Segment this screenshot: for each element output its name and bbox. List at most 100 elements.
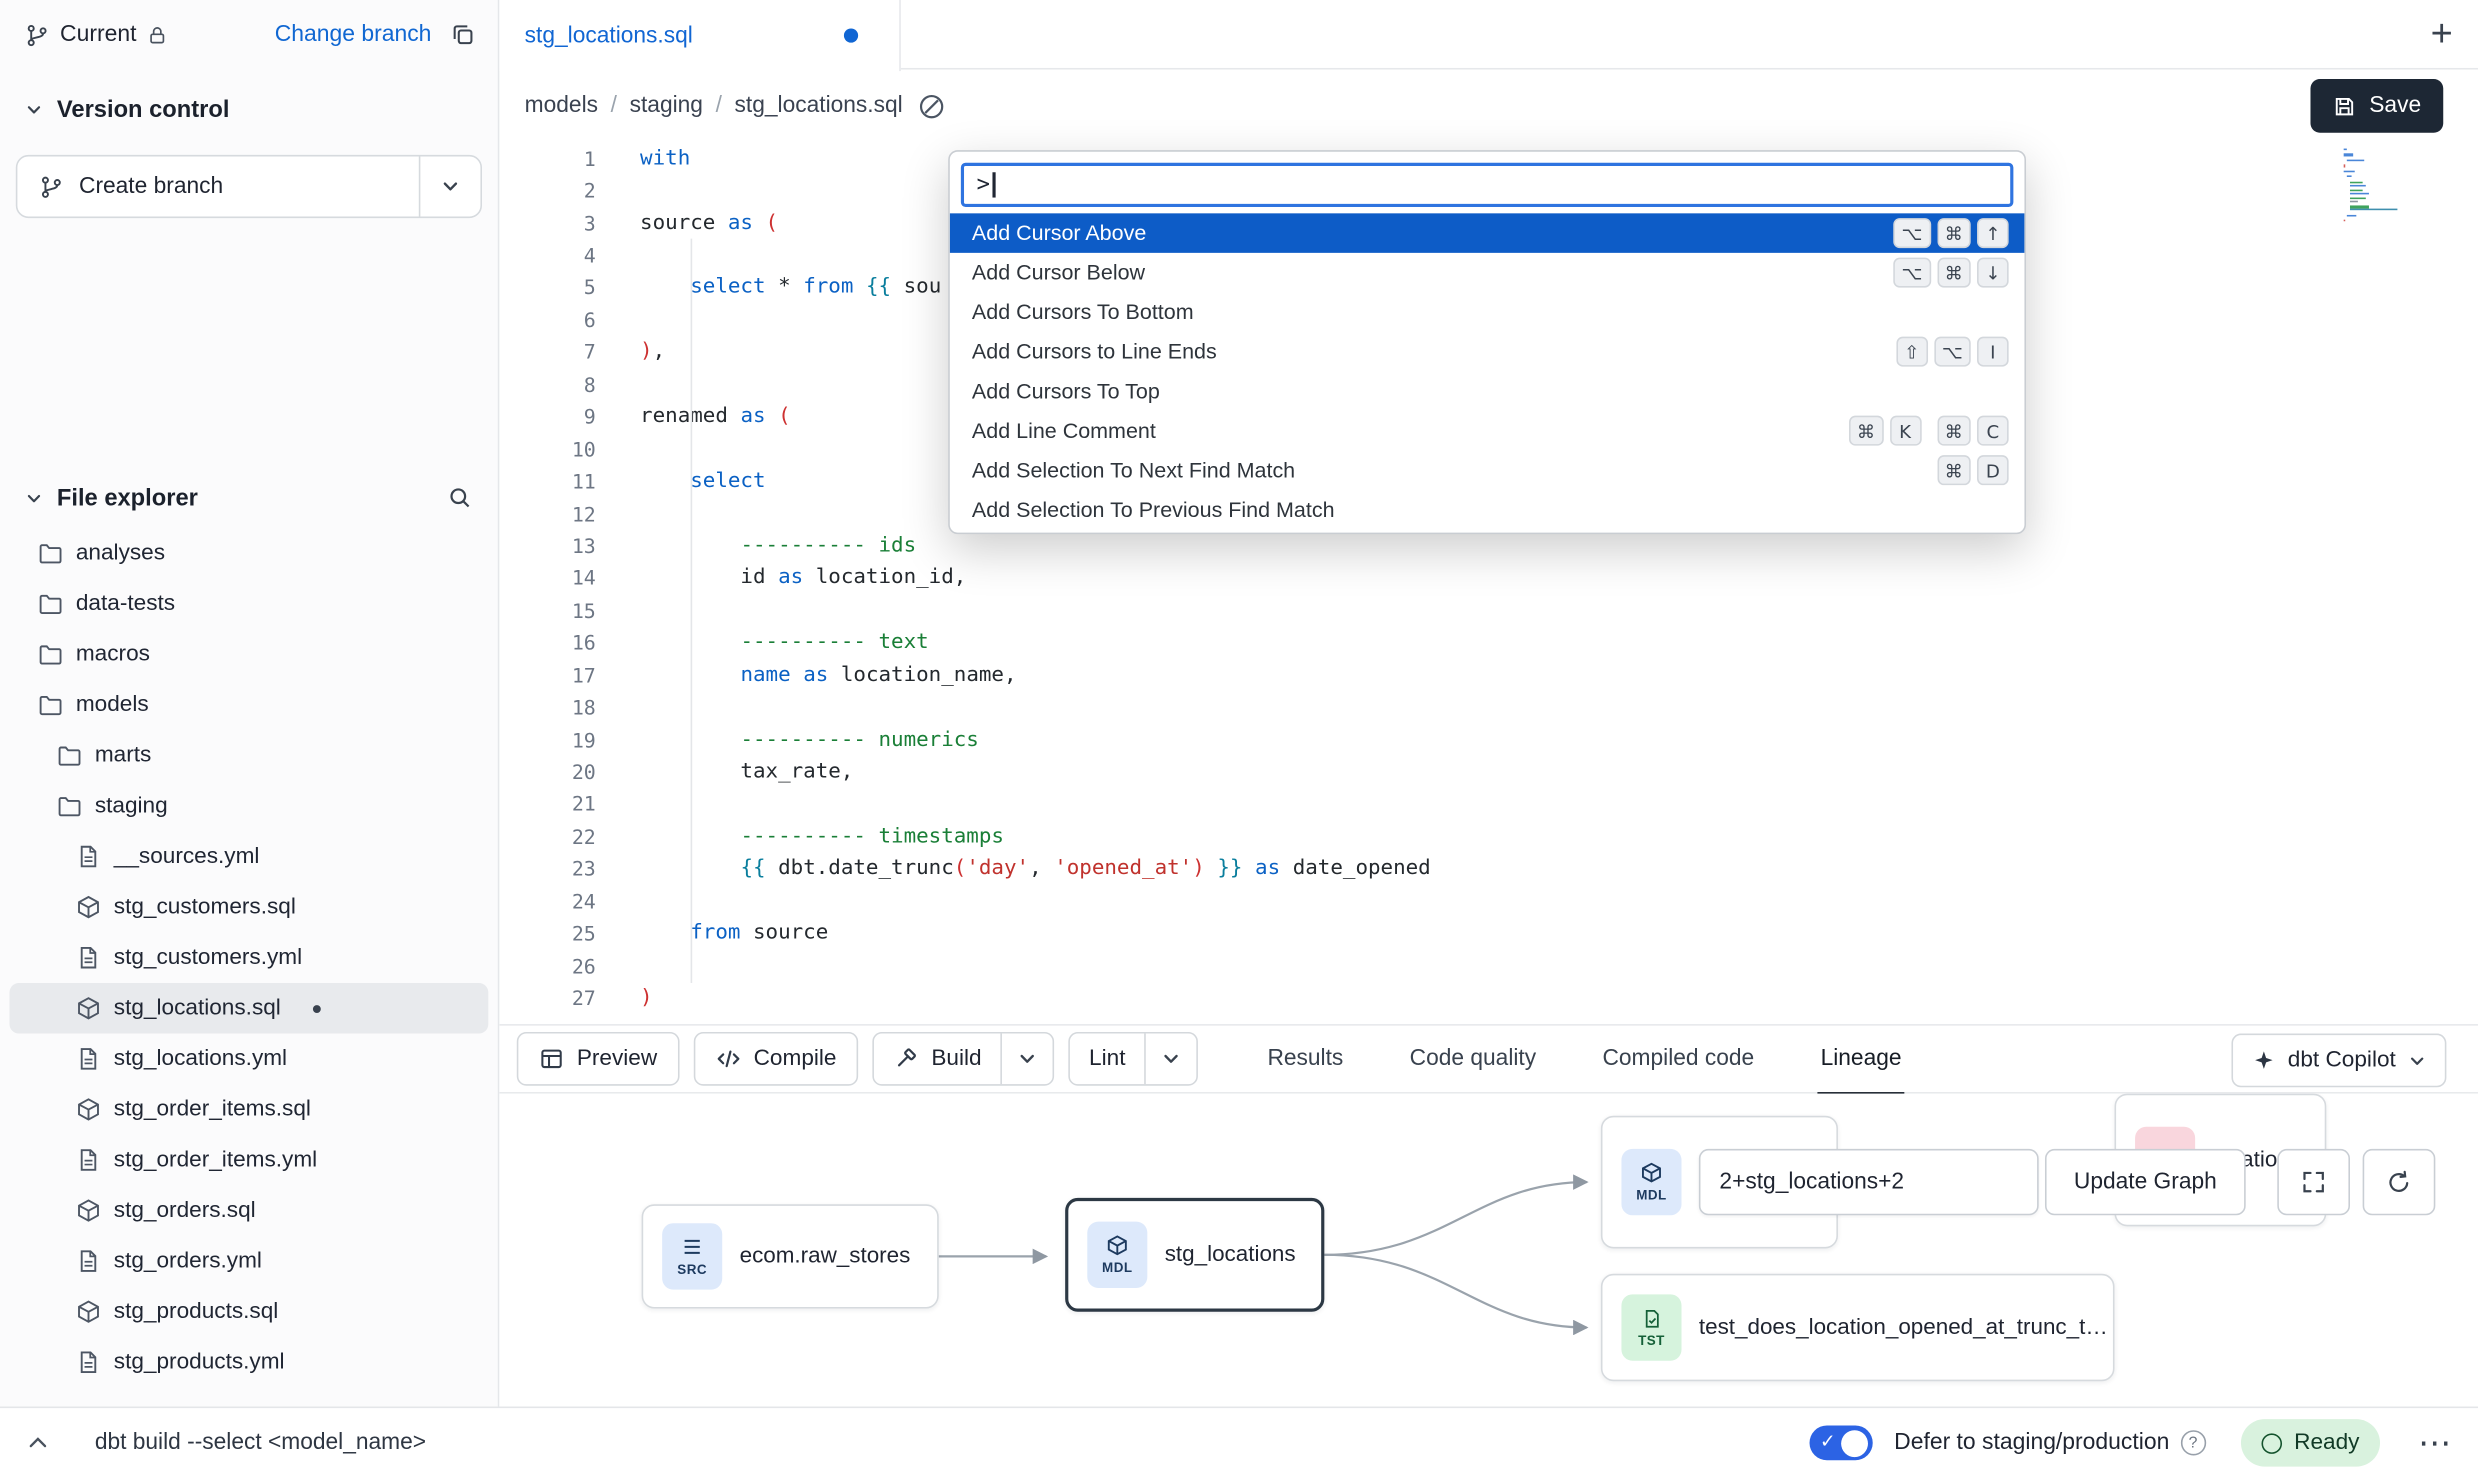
command-item[interactable]: Add Line Comment⌘K⌘C [950,411,2025,451]
line-content: select * from {{ sou [640,276,941,300]
file-item[interactable]: __sources.yml [9,831,488,882]
editor-line[interactable]: 14 id as location_id, [499,562,2478,594]
lint-dropdown[interactable] [1146,1034,1197,1085]
editor-line[interactable]: 16 ---------- text [499,627,2478,659]
table-icon [539,1046,564,1071]
compile-button[interactable]: Compile [694,1032,859,1086]
check-icon: ✓ [1820,1430,1836,1452]
command-item[interactable]: Add Cursors to Line Ends⇧⌥I [950,332,2025,372]
command-item[interactable]: Add Selection To Previous Find Match [950,490,2025,530]
editor-line[interactable]: 13 ---------- ids [499,530,2478,562]
current-branch-label: Current [60,22,136,47]
tab-lineage[interactable]: Lineage [1817,1026,1904,1096]
file-item[interactable]: marts [9,730,488,781]
help-icon[interactable]: ? [2180,1431,2205,1456]
editor-line[interactable]: 24 [499,885,2478,917]
line-number: 13 [499,534,595,558]
preview-button[interactable]: Preview [517,1032,680,1086]
model-tile: MDL [1087,1222,1147,1288]
fullscreen-button[interactable] [2277,1149,2350,1215]
search-icon[interactable] [447,485,472,510]
folder-icon [38,591,63,616]
new-tab-button[interactable]: + [2431,0,2453,70]
editor-line[interactable]: 22 ---------- timestamps [499,821,2478,853]
lineage-canvas[interactable]: MDL locations locatio SRC ecom.raw_store… [499,1094,2478,1407]
docs-icon[interactable] [919,92,946,119]
lineage-node-stg-locations[interactable]: MDL stg_locations [1065,1198,1324,1312]
build-dropdown[interactable] [1002,1034,1053,1085]
file-item[interactable]: stg_products.sql [9,1286,488,1337]
save-button[interactable]: Save [2311,79,2443,133]
file-explorer-header[interactable]: File explorer [0,477,498,518]
editor-line[interactable]: 27) [499,982,2478,1014]
lint-button[interactable]: Lint [1070,1034,1146,1085]
file-tree: analyses data-tests macros models marts … [0,528,498,1388]
command-input-value: > [977,172,990,197]
file-item-label: stg_locations.sql [114,996,281,1021]
file-item[interactable]: models [9,680,488,731]
file-item[interactable]: staging [9,781,488,832]
lineage-node-test[interactable]: TST test_does_location_opened_at_trunc_t… [1601,1274,2115,1381]
editor-line[interactable]: 25 from source [499,917,2478,949]
shortcut-key: D [1977,455,2009,485]
git-branch-icon [25,23,49,47]
folder-icon [38,642,63,667]
tab-compiled-code[interactable]: Compiled code [1599,1026,1757,1096]
file-item[interactable]: stg_order_items.yml [9,1135,488,1186]
refresh-button[interactable] [2363,1149,2436,1215]
command-item[interactable]: Add Cursor Above⌥⌘↑ [950,213,2025,253]
command-item[interactable]: Add Cursors To Bottom [950,292,2025,332]
editor-line[interactable]: 20 tax_rate, [499,756,2478,788]
editor-line[interactable]: 26 [499,950,2478,982]
version-control-header[interactable]: Version control [0,89,498,130]
create-branch-dropdown[interactable] [420,156,480,216]
editor-line[interactable]: 18 [499,691,2478,723]
tab-results[interactable]: Results [1264,1026,1346,1096]
file-item[interactable]: stg_customers.yml [9,932,488,983]
line-content: from source [640,922,828,946]
line-number: 3 [499,211,595,235]
minimap[interactable] [2344,149,2407,223]
editor-line[interactable]: 17 name as location_name, [499,659,2478,691]
editor-line[interactable]: 23 {{ dbt.date_trunc('day', 'opened_at')… [499,853,2478,885]
shortcut-keys: ⌘D [1937,455,2009,485]
breadcrumb-part: stg_locations.sql [735,93,903,118]
file-item[interactable]: stg_products.yml [9,1337,488,1388]
build-button[interactable]: Build [874,1034,1002,1085]
overflow-menu-icon[interactable]: ⋯ [2418,1423,2453,1463]
source-tile: SRC [662,1223,722,1289]
command-item[interactable]: Add Cursor Below⌥⌘↓ [950,253,2025,293]
source-icon [681,1236,703,1258]
file-item[interactable]: stg_locations.yml [9,1034,488,1085]
copy-icon[interactable] [450,22,475,47]
editor-line[interactable]: 21 [499,788,2478,820]
editor-line[interactable]: 19 ---------- numerics [499,724,2478,756]
breadcrumb: models/staging/stg_locations.sql [525,93,903,118]
editor-tab[interactable]: stg_locations.sql [499,0,900,71]
dbt-copilot-button[interactable]: dbt Copilot [2231,1034,2446,1088]
file-item[interactable]: stg_locations.sql [9,983,488,1034]
chevron-down-icon [441,177,460,196]
file-item[interactable]: stg_orders.yml [9,1236,488,1287]
command-item[interactable]: Add Cursors To Top [950,371,2025,411]
defer-toggle[interactable]: ✓ [1809,1426,1872,1461]
lineage-node-source[interactable]: SRC ecom.raw_stores [642,1204,939,1308]
lineage-selector-input[interactable] [1699,1149,2039,1215]
line-number: 1 [499,147,595,171]
create-branch-button[interactable]: Create branch [17,156,418,216]
change-branch-link[interactable]: Change branch [275,22,432,47]
file-item[interactable]: analyses [9,528,488,579]
file-item[interactable]: macros [9,629,488,680]
file-item[interactable]: stg_customers.sql [9,882,488,933]
file-item[interactable]: stg_orders.sql [9,1185,488,1236]
file-item[interactable]: data-tests [9,578,488,629]
current-branch[interactable]: Current [25,22,168,47]
chevron-up-icon[interactable] [25,1431,50,1456]
line-number: 16 [499,631,595,655]
tab-code-quality[interactable]: Code quality [1407,1026,1540,1096]
command-input[interactable]: > [961,163,2014,207]
update-graph-button[interactable]: Update Graph [2045,1149,2246,1215]
file-item[interactable]: stg_order_items.sql [9,1084,488,1135]
editor-line[interactable]: 15 [499,594,2478,626]
command-item[interactable]: Add Selection To Next Find Match⌘D [950,450,2025,490]
